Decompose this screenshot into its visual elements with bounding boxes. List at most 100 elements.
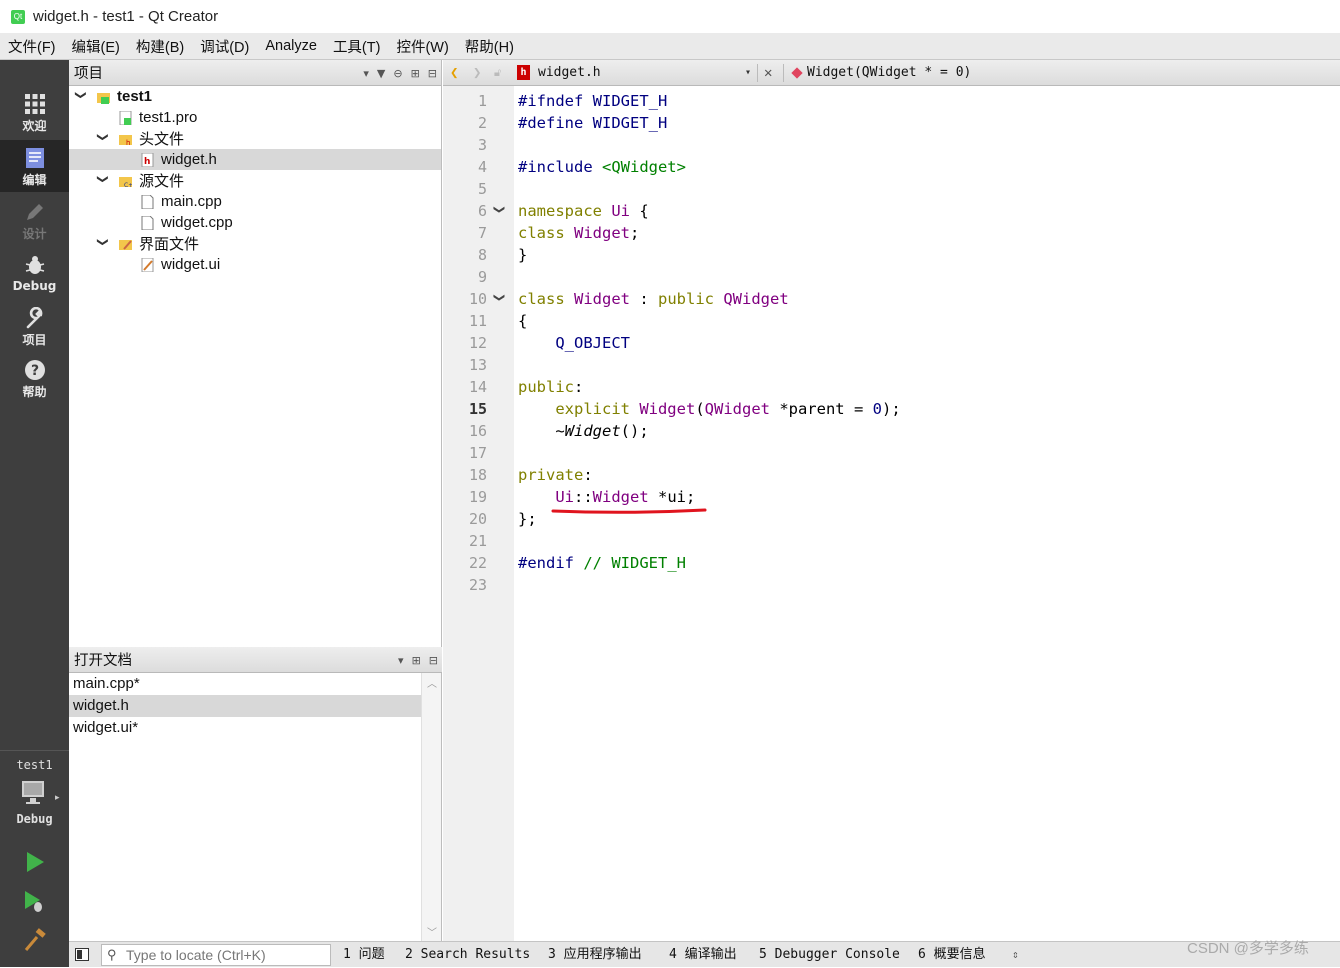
mode-welcome[interactable]: 欢迎 — [0, 86, 69, 138]
window-title: widget.h - test1 - Qt Creator — [33, 8, 219, 25]
open-docs-header: 打开文档 ▾ ⊞ ⊟ — [69, 647, 442, 673]
tab-app-output[interactable]: 3 应用程序输出 — [548, 942, 642, 968]
tree-item-sources[interactable]: ❯ C+ 源文件 — [69, 170, 441, 191]
menu-debug[interactable]: 调试(D) — [192, 36, 257, 57]
run-button[interactable] — [23, 850, 47, 874]
tree-item-headers[interactable]: ❯ h 头文件 — [69, 128, 441, 149]
tree-item-label: test1 — [117, 88, 153, 105]
title-bar: Qt widget.h - test1 - Qt Creator — [0, 0, 1340, 33]
chevron-down-icon[interactable]: ❯ — [97, 133, 110, 145]
tree-item-label: widget.cpp — [161, 214, 233, 231]
fold-chevron-icon[interactable]: ❯ — [488, 293, 510, 302]
filter-icon[interactable]: ▼ — [377, 67, 385, 80]
fold-chevron-icon[interactable]: ❯ — [488, 205, 510, 214]
symbol-selector[interactable]: Widget(QWidget * = 0) — [807, 65, 971, 80]
mode-debug[interactable]: Debug — [0, 248, 69, 300]
symbol-method-icon — [791, 67, 803, 79]
forms-folder-icon — [119, 239, 132, 250]
close-pane-icon[interactable]: ⊟ — [429, 654, 438, 667]
tab-compile-output[interactable]: 4 编译输出 — [669, 942, 737, 968]
scroll-up-icon[interactable]: ︿ — [427, 675, 437, 690]
menu-build[interactable]: 构建(B) — [128, 36, 192, 57]
sidebar-toggle-icon — [77, 950, 82, 959]
tab-general-messages[interactable]: 6 概要信息 — [918, 942, 986, 968]
scroll-down-icon[interactable]: ﹀ — [427, 924, 437, 939]
line-number: 6 — [477, 202, 487, 220]
play-icon — [27, 852, 44, 872]
wrench-icon — [26, 307, 42, 329]
mode-edit[interactable]: 编辑 — [0, 140, 69, 192]
ui-file-icon — [141, 257, 154, 272]
chevron-down-icon[interactable]: ❯ — [75, 91, 88, 103]
line-number: 9 — [477, 268, 487, 286]
code-line: }; — [518, 510, 537, 528]
menu-file[interactable]: 文件(F) — [0, 36, 64, 57]
tree-item-widget-ui[interactable]: widget.ui — [69, 254, 441, 275]
menu-edit[interactable]: 编辑(E) — [64, 36, 128, 57]
lock-icon[interactable]: 🔓︎ — [494, 66, 501, 80]
build-button[interactable] — [23, 928, 47, 952]
menu-analyze[interactable]: Analyze — [257, 38, 325, 54]
tree-item-label: widget.ui — [161, 256, 221, 273]
debug-play-icon — [25, 891, 42, 912]
file-dropdown-icon[interactable]: ▾ — [745, 67, 751, 78]
help-icon: ? — [24, 360, 45, 380]
locator-input[interactable]: ⚲ Type to locate (Ctrl+K) — [101, 944, 331, 966]
tree-item-main-cpp[interactable]: main.cpp — [69, 191, 441, 212]
close-pane-icon[interactable]: ⊟ — [428, 67, 437, 80]
open-doc-item[interactable]: main.cpp* — [69, 673, 421, 695]
line-number: 13 — [468, 356, 487, 374]
code-line: class Widget; — [518, 224, 640, 242]
mode-projects[interactable]: 项目 — [0, 300, 69, 352]
tree-item-widget-cpp[interactable]: widget.cpp — [69, 212, 441, 233]
open-docs-scrollbar[interactable]: ︿ ﹀ — [421, 673, 441, 941]
code-line: #endif // WIDGET_H — [518, 554, 686, 572]
toggle-sidebar-button[interactable] — [75, 948, 89, 961]
mode-help[interactable]: ? 帮助 — [0, 352, 69, 404]
svg-text:?: ? — [30, 363, 38, 379]
line-number: 1 — [477, 92, 487, 110]
line-number: 23 — [468, 576, 487, 594]
line-number: 16 — [468, 422, 487, 440]
tab-debugger-console[interactable]: 5 Debugger Console — [759, 942, 900, 968]
mode-sidebar: 欢迎 编辑 设计 Debug 项目 ? 帮助 test1 ▸ Debug — [0, 60, 69, 967]
locator-placeholder: Type to locate (Ctrl+K) — [126, 947, 266, 963]
mode-design[interactable]: 设计 — [0, 194, 69, 246]
divider — [757, 64, 758, 82]
kit-selector[interactable] — [20, 780, 55, 808]
line-number-gutter: 1 2 3 4 5 6 7 8 9 10 11 12 13 14 15 16 1… — [443, 86, 514, 941]
debug-run-button[interactable] — [23, 890, 47, 914]
close-icon[interactable]: ✕ — [764, 65, 772, 81]
line-number: 7 — [477, 224, 487, 242]
dropdown-icon[interactable]: ▾ — [398, 654, 404, 667]
search-icon: ⚲ — [107, 947, 117, 962]
pro-file-icon — [119, 110, 132, 125]
split-icon[interactable]: ⊞ — [412, 654, 421, 667]
hammer-icon — [24, 928, 46, 951]
line-number: 3 — [477, 136, 487, 154]
dropdown-icon[interactable]: ▾ — [363, 67, 369, 80]
menu-tools[interactable]: 工具(T) — [325, 36, 389, 57]
menu-bar: 文件(F) 编辑(E) 构建(B) 调试(D) Analyze 工具(T) 控件… — [0, 33, 1340, 60]
menu-help[interactable]: 帮助(H) — [457, 36, 522, 57]
chevron-down-icon[interactable]: ❯ — [97, 175, 110, 187]
tree-item-forms[interactable]: ❯ 界面文件 — [69, 233, 441, 254]
open-doc-item[interactable]: widget.h — [69, 695, 421, 717]
nav-forward-icon[interactable]: ❯ — [473, 65, 481, 81]
tree-item-project[interactable]: ❯ test1 — [69, 86, 441, 107]
editor-file-name[interactable]: widget.h — [538, 65, 601, 80]
up-down-arrows-icon[interactable]: ⇕ — [1012, 942, 1019, 968]
tree-item-pro[interactable]: test1.pro — [69, 107, 441, 128]
open-doc-item[interactable]: widget.ui* — [69, 717, 421, 739]
sources-folder-icon: C+ — [119, 176, 132, 188]
menu-controls[interactable]: 控件(W) — [388, 36, 456, 57]
tab-search-results[interactable]: 2 Search Results — [405, 942, 530, 968]
split-icon[interactable]: ⊞ — [411, 67, 420, 80]
tree-item-widget-h[interactable]: h widget.h — [69, 149, 441, 170]
tab-issues[interactable]: 1 问题 — [343, 942, 385, 968]
link-icon[interactable]: ⊖ — [393, 67, 402, 80]
chevron-down-icon[interactable]: ❯ — [97, 238, 110, 250]
tree-item-label: main.cpp — [161, 193, 222, 210]
nav-back-icon[interactable]: ❮ — [450, 65, 458, 81]
svg-text:h: h — [126, 139, 130, 146]
